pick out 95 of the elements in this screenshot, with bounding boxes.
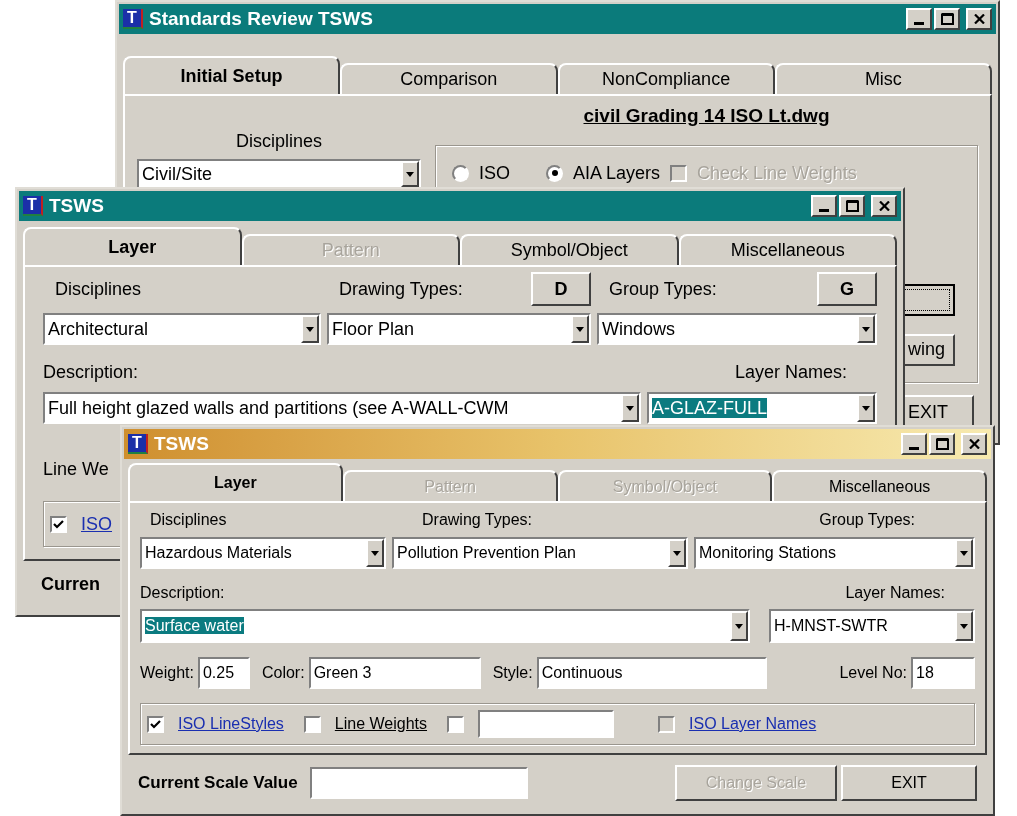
window-title: Standards Review TSWS — [149, 6, 374, 31]
minimize-icon — [909, 447, 919, 450]
field-label: ISO — [479, 161, 510, 185]
dropdown[interactable]: Architectural — [43, 313, 321, 345]
maximize-button[interactable] — [934, 8, 960, 30]
field-label: Style: — [492, 663, 533, 683]
window-title: TSWS — [154, 431, 210, 456]
tab[interactable]: Layer — [23, 227, 242, 265]
dropdown[interactable]: Hazardous Materials — [140, 537, 386, 569]
caret-icon — [673, 550, 681, 556]
dropdown[interactable]: A-GLAZ-FULL — [647, 392, 877, 424]
scale-label: Current Scale Value — [138, 772, 298, 795]
radio-button[interactable] — [546, 164, 563, 182]
field-label: Disciplines — [150, 510, 227, 530]
dropdown[interactable]: Surface water — [140, 609, 750, 643]
dropdown[interactable]: Floor Plan — [327, 313, 591, 345]
maximize-icon — [845, 200, 859, 212]
caret-icon — [960, 623, 968, 629]
field-label: Group Types: — [819, 510, 915, 530]
tab[interactable]: NonCompliance — [557, 63, 775, 94]
input-field[interactable] — [309, 767, 528, 799]
dropdown[interactable]: H-MNST-SWTR — [769, 609, 975, 643]
field-label: Drawing Types: — [339, 277, 463, 301]
input-field[interactable]: 0.25 — [197, 657, 250, 689]
option-label: Line Weights — [334, 714, 428, 734]
input-field[interactable]: 18 — [911, 657, 975, 689]
maximize-button[interactable] — [839, 195, 865, 217]
caret-icon — [306, 326, 314, 332]
caret-icon — [626, 405, 634, 411]
field-label: Description: — [43, 361, 139, 384]
field-label: Weight: — [140, 663, 194, 683]
field-label: AIA Layers — [573, 161, 661, 185]
field-label: Disciplines — [236, 130, 322, 153]
link[interactable]: ISO LineStyles — [178, 712, 284, 736]
letter-button[interactable]: D — [531, 272, 591, 306]
minimize-icon — [914, 22, 924, 25]
app-logo: T — [128, 434, 148, 454]
tab[interactable]: Initial Setup — [123, 56, 341, 94]
field-label: Level No: — [839, 663, 907, 683]
radio-button[interactable] — [452, 164, 469, 182]
dropdown[interactable]: Windows — [597, 313, 877, 345]
field-label: Drawing Types: — [422, 510, 532, 530]
caret-icon — [371, 550, 379, 556]
dropdown[interactable]: Full height glazed walls and partitions (see A-WALL-CWM — [43, 392, 641, 424]
scale-label: Curren — [41, 573, 100, 596]
close-button[interactable] — [871, 195, 897, 217]
maximize-button[interactable] — [929, 433, 955, 455]
field-label: Layer Names: — [845, 583, 945, 603]
link[interactable]: ISO — [81, 510, 112, 538]
app-logo: T — [23, 196, 43, 216]
close-icon — [973, 14, 985, 24]
caret-icon — [576, 326, 584, 332]
caret-icon — [406, 171, 414, 177]
field-label: Group Types: — [609, 277, 717, 301]
tab[interactable]: Miscellaneous — [772, 470, 987, 501]
minimize-button[interactable] — [811, 195, 837, 217]
minimize-button[interactable] — [901, 433, 927, 455]
checkbox[interactable] — [303, 715, 321, 733]
close-icon — [878, 201, 890, 211]
tab[interactable]: Layer — [128, 463, 343, 501]
letter-button[interactable]: G — [817, 272, 877, 306]
checkbox[interactable] — [147, 715, 164, 733]
window-title: TSWS — [49, 193, 105, 218]
check-icon — [53, 519, 64, 529]
input-field[interactable]: Green 3 — [308, 657, 481, 689]
field-label: Line We — [43, 458, 109, 481]
input-field[interactable]: Continuous — [536, 657, 767, 689]
field-label: Description: — [140, 583, 225, 603]
app-logo: T — [123, 9, 143, 29]
tab[interactable]: Comparison — [340, 63, 558, 94]
button[interactable]: EXIT — [841, 765, 977, 801]
maximize-icon — [940, 13, 954, 25]
tab[interactable]: Symbol/Object — [460, 234, 679, 265]
dropdown[interactable]: Pollution Prevention Plan — [392, 537, 688, 569]
field-label: Layer Names: — [734, 361, 847, 384]
maximize-icon — [935, 438, 949, 450]
caret-icon — [960, 550, 968, 556]
tab[interactable]: Miscellaneous — [678, 234, 897, 265]
dropdown[interactable]: Monitoring Stations — [694, 537, 975, 569]
field-label: Color: — [261, 663, 305, 683]
checkbox[interactable] — [50, 515, 67, 533]
minimize-button[interactable] — [906, 8, 932, 30]
field-label: Disciplines — [55, 277, 142, 301]
dropdown[interactable]: Civil/Site — [137, 159, 421, 189]
close-icon — [968, 439, 980, 449]
close-button[interactable] — [966, 8, 992, 30]
caret-icon — [735, 623, 743, 629]
checkbox[interactable] — [447, 715, 465, 733]
close-button[interactable] — [961, 433, 987, 455]
tab[interactable]: Misc — [774, 63, 992, 94]
minimize-icon — [819, 209, 829, 212]
input-field[interactable] — [478, 710, 615, 738]
file-name: civil Grading 14 ISO Lt.dwg — [582, 104, 831, 128]
caret-icon — [862, 405, 870, 411]
check-icon — [150, 719, 161, 729]
